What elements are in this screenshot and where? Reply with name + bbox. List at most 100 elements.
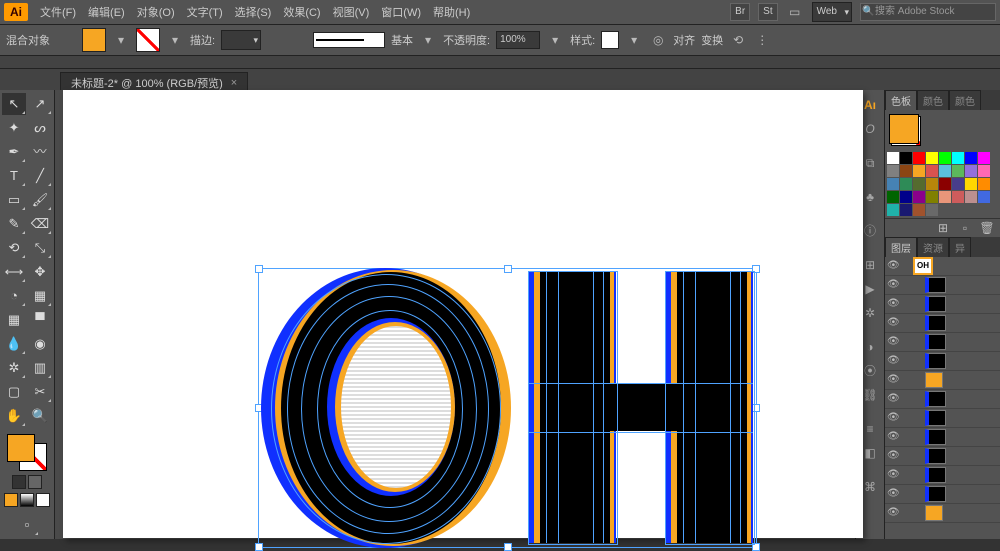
- menu-help[interactable]: 帮助(H): [427, 4, 476, 20]
- layer-row[interactable]: 👁: [885, 390, 1000, 409]
- visibility-toggle[interactable]: 👁: [887, 355, 899, 367]
- swatch-cell[interactable]: [900, 152, 912, 164]
- gradient-mode[interactable]: [20, 493, 34, 507]
- layer-row[interactable]: 👁: [885, 314, 1000, 333]
- gradient-tool[interactable]: ▀: [28, 309, 52, 331]
- swatch-cell[interactable]: [900, 165, 912, 177]
- panel-fill-swatch[interactable]: [889, 114, 919, 144]
- artboard-tool[interactable]: ▢: [2, 381, 26, 403]
- stroke-weight[interactable]: [221, 30, 261, 50]
- swatch-cell[interactable]: [952, 191, 964, 203]
- visibility-toggle[interactable]: 👁: [887, 317, 899, 329]
- artboard[interactable]: [63, 90, 863, 538]
- close-tab-icon[interactable]: ×: [231, 77, 237, 89]
- artboards-tab[interactable]: 异: [949, 237, 971, 257]
- slice-tool[interactable]: ✂: [28, 381, 52, 403]
- swatch-cell[interactable]: [978, 152, 990, 164]
- color-guide-tab[interactable]: 颜色: [949, 90, 981, 110]
- layer-row[interactable]: 👁: [885, 466, 1000, 485]
- swatch-cell[interactable]: [900, 191, 912, 203]
- fill-stroke-control[interactable]: [7, 434, 47, 471]
- visibility-toggle[interactable]: 👁: [887, 488, 899, 500]
- layer-row[interactable]: 👁: [885, 352, 1000, 371]
- swatch-cell[interactable]: [926, 152, 938, 164]
- graph-tool[interactable]: ▥: [28, 357, 52, 379]
- swatch-cell[interactable]: [926, 178, 938, 190]
- paintbrush-tool[interactable]: 🖌: [28, 189, 52, 211]
- eyedropper-tool[interactable]: 💧: [2, 333, 26, 355]
- swatch-cell[interactable]: [887, 178, 899, 190]
- visibility-toggle[interactable]: 👁: [887, 431, 899, 443]
- menu-effect[interactable]: 效果(C): [277, 4, 326, 20]
- width-tool[interactable]: ⟷: [2, 261, 26, 283]
- swatch-cell[interactable]: [913, 165, 925, 177]
- pen-tool[interactable]: ✒: [2, 141, 26, 163]
- layers-tab[interactable]: 图层: [885, 237, 917, 257]
- layer-row[interactable]: 👁: [885, 504, 1000, 523]
- visibility-toggle[interactable]: 👁: [887, 298, 899, 310]
- layer-row[interactable]: 👁: [885, 447, 1000, 466]
- blend-tool[interactable]: ◉: [28, 333, 52, 355]
- opacity-value[interactable]: 100%: [496, 31, 540, 49]
- swatch-cell[interactable]: [913, 204, 925, 216]
- swatch-cell[interactable]: [952, 178, 964, 190]
- swatch-cell[interactable]: [887, 191, 899, 203]
- stroke-dropdown-icon[interactable]: ▾: [166, 31, 184, 49]
- recolor-icon[interactable]: ◎: [649, 31, 667, 49]
- color-tab[interactable]: 颜色: [917, 90, 949, 110]
- style-dropdown-icon[interactable]: ▾: [625, 31, 643, 49]
- layer-row[interactable]: 👁OH: [885, 257, 1000, 276]
- perspective-tool[interactable]: ▦: [28, 285, 52, 307]
- stock-icon[interactable]: St: [758, 3, 777, 21]
- rotate-tool[interactable]: ⟲: [2, 237, 26, 259]
- menu-object[interactable]: 对象(O): [131, 4, 181, 20]
- menu-view[interactable]: 视图(V): [327, 4, 376, 20]
- swatch-cell[interactable]: [978, 178, 990, 190]
- swatch-cell[interactable]: [887, 152, 899, 164]
- menu-type[interactable]: 文字(T): [181, 4, 229, 20]
- swatch-cell[interactable]: [939, 152, 951, 164]
- more-icon[interactable]: ⋮: [753, 31, 771, 49]
- layer-row[interactable]: 👁: [885, 409, 1000, 428]
- layer-row[interactable]: 👁: [885, 428, 1000, 447]
- layer-row[interactable]: 👁: [885, 371, 1000, 390]
- swatch-cell[interactable]: [887, 204, 899, 216]
- visibility-toggle[interactable]: 👁: [887, 336, 899, 348]
- swatch-cell[interactable]: [939, 165, 951, 177]
- visibility-toggle[interactable]: 👁: [887, 260, 899, 272]
- arrange-icon[interactable]: ▭: [786, 3, 804, 21]
- isolate-icon[interactable]: ⟲: [729, 31, 747, 49]
- mesh-tool[interactable]: ▦: [2, 309, 26, 331]
- swatch-menu-icon[interactable]: ⊞: [934, 219, 952, 237]
- swatch-cell[interactable]: [926, 165, 938, 177]
- magic-wand-tool[interactable]: ✦: [2, 117, 26, 139]
- swatch-cell[interactable]: [913, 152, 925, 164]
- new-swatch-icon[interactable]: ▫: [956, 219, 974, 237]
- graphic-style-swatch[interactable]: [601, 31, 619, 49]
- brush-dropdown-icon[interactable]: ▾: [419, 31, 437, 49]
- swatch-cell[interactable]: [952, 152, 964, 164]
- swatch-cell[interactable]: [926, 204, 938, 216]
- layer-row[interactable]: 👁: [885, 295, 1000, 314]
- lasso-tool[interactable]: ᔕ: [28, 117, 52, 139]
- swatch-cell[interactable]: [939, 178, 951, 190]
- curvature-tool[interactable]: 〰: [28, 141, 52, 163]
- search-input[interactable]: 搜索 Adobe Stock: [860, 3, 996, 21]
- swatch-cell[interactable]: [900, 178, 912, 190]
- stroke-swatch[interactable]: [136, 28, 160, 52]
- none-mode[interactable]: [36, 493, 50, 507]
- draw-behind[interactable]: [28, 475, 42, 489]
- swatches-tab[interactable]: 色板: [885, 90, 917, 110]
- swatch-cell[interactable]: [900, 204, 912, 216]
- swatch-cell[interactable]: [978, 165, 990, 177]
- menu-file[interactable]: 文件(F): [34, 4, 82, 20]
- fill-dropdown-icon[interactable]: ▾: [112, 31, 130, 49]
- symbol-sprayer-tool[interactable]: ✲: [2, 357, 26, 379]
- swatch-cell[interactable]: [965, 152, 977, 164]
- visibility-toggle[interactable]: 👁: [887, 412, 899, 424]
- visibility-toggle[interactable]: 👁: [887, 450, 899, 462]
- canvas[interactable]: [55, 90, 855, 539]
- swatch-cell[interactable]: [965, 191, 977, 203]
- shape-builder-tool[interactable]: ◔: [2, 285, 26, 307]
- workspace-switcher[interactable]: Web: [812, 2, 852, 22]
